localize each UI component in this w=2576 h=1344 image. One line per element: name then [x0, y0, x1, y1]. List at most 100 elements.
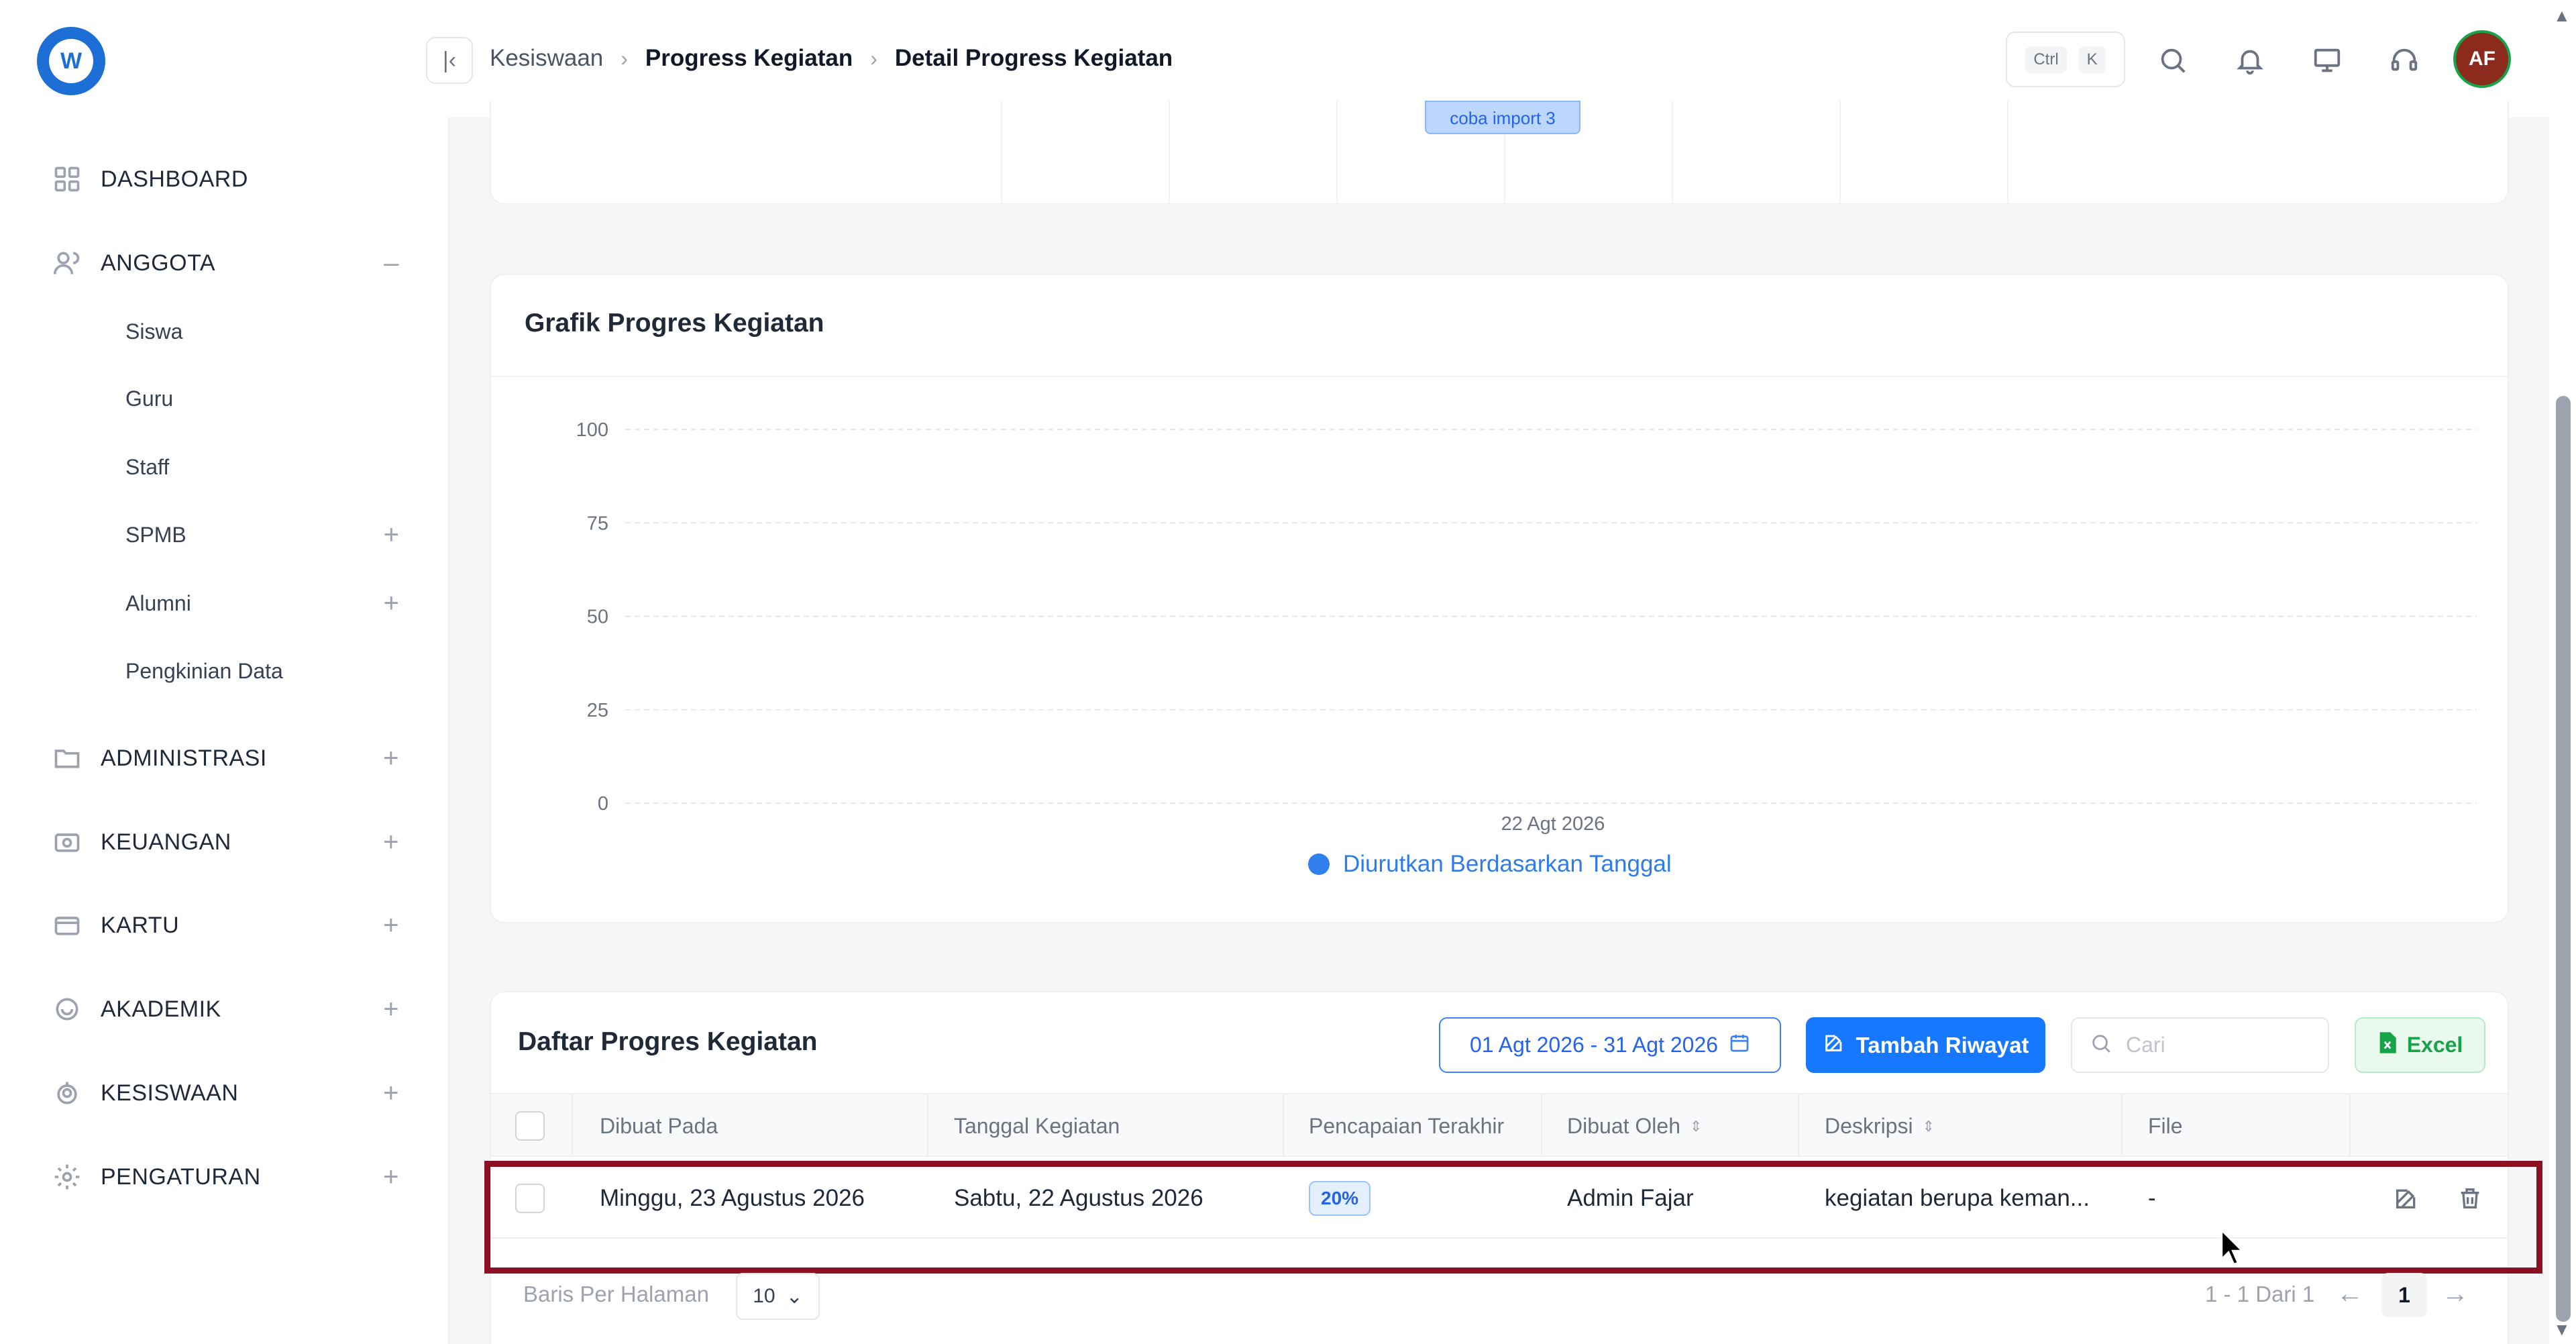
trash-icon[interactable]: [2457, 1158, 2483, 1239]
rows-per-page-select[interactable]: 10 ⌄: [736, 1273, 820, 1320]
headset-icon[interactable]: [2385, 42, 2423, 79]
bell-icon[interactable]: [2231, 42, 2269, 79]
column-divider: [2349, 1093, 2351, 1157]
breadcrumb: Kesiswaan › Progress Kegiatan › Detail P…: [490, 42, 1173, 75]
cell-pencapaian: 20%: [1309, 1158, 1371, 1239]
sidebar-subitem-label: Pengkinian Data: [125, 658, 283, 683]
breadcrumb-kesiswaan[interactable]: Kesiswaan: [490, 45, 603, 72]
cell-deskripsi: kegiatan berupa keman...: [1825, 1185, 2090, 1211]
edit-icon[interactable]: [2393, 1158, 2420, 1239]
sidebar-subitem-label: Guru: [125, 386, 174, 411]
expand-toggle-icon[interactable]: +: [383, 1162, 399, 1192]
column-label: Pencapaian Terakhir: [1309, 1114, 1505, 1138]
sidebar-item-keuangan[interactable]: KEUANGAN +: [50, 822, 399, 862]
progress-badge: 20%: [1309, 1181, 1371, 1216]
logo[interactable]: W: [37, 27, 105, 95]
import-badge: coba import 3: [1425, 101, 1580, 134]
sidebar-subitem-label: Staff: [125, 454, 170, 479]
column-divider: [572, 1093, 573, 1157]
expand-toggle-icon[interactable]: +: [384, 588, 399, 619]
collapse-sidebar-button[interactable]: |‹: [426, 37, 473, 84]
expand-toggle-icon[interactable]: +: [383, 827, 399, 858]
sidebar-subitem-siswa[interactable]: Siswa: [125, 315, 399, 348]
sidebar-subitem-staff[interactable]: Staff: [125, 450, 399, 484]
page-number-1[interactable]: 1: [2381, 1273, 2427, 1317]
column-label: File: [2148, 1114, 2183, 1138]
date-range-picker[interactable]: 01 Agt 2026 - 31 Agt 2026: [1439, 1017, 1781, 1073]
sidebar-item-pengaturan[interactable]: PENGATURAN +: [50, 1157, 399, 1197]
sidebar-subitem-alumni[interactable]: Alumni +: [125, 586, 399, 620]
expand-toggle-icon[interactable]: +: [383, 743, 399, 774]
chevron-right-icon: ›: [621, 46, 628, 70]
sidebar-item-akademik[interactable]: AKADEMIK +: [50, 989, 399, 1029]
sidebar-item-kartu[interactable]: KARTU +: [50, 905, 399, 945]
divider: [491, 376, 2508, 377]
key-k: K: [2078, 46, 2106, 73]
sidebar-item-label: KARTU: [101, 912, 180, 938]
command-palette-shortcut[interactable]: Ctrl K: [2006, 32, 2125, 87]
info-card: coba import 3: [490, 101, 2509, 205]
file-excel-icon: [2377, 1031, 2398, 1059]
row-checkbox[interactable]: [515, 1184, 545, 1213]
expand-toggle-icon[interactable]: +: [383, 994, 399, 1025]
card-icon: [50, 909, 84, 942]
add-history-button[interactable]: Tambah Riwayat: [1806, 1017, 2045, 1073]
decor-line: [1672, 101, 1673, 203]
sidebar-subitem-spmb[interactable]: SPMB +: [125, 518, 399, 552]
sidebar-subitem-label: Alumni: [125, 590, 191, 615]
sidebar: DASHBOARD ANGGOTA – Siswa Guru Staff SPM…: [0, 117, 449, 1344]
sidebar-subitem-guru[interactable]: Guru: [125, 382, 399, 415]
users-icon: [50, 246, 84, 280]
cell-dibuat-oleh: Admin Fajar: [1567, 1185, 1694, 1211]
column-header-dibuat-pada: Dibuat Pada: [600, 1094, 718, 1158]
avatar[interactable]: AF: [2453, 30, 2511, 88]
sort-icon[interactable]: ⇕: [1690, 1118, 1702, 1135]
table-title: Daftar Progres Kegiatan: [518, 1027, 818, 1056]
sidebar-item-dashboard[interactable]: DASHBOARD: [50, 159, 399, 199]
chart-legend[interactable]: Diurutkan Berdasarkan Tanggal: [1308, 851, 1672, 878]
scrollbar-thumb[interactable]: [2556, 396, 2571, 1322]
expand-toggle-icon[interactable]: +: [383, 1078, 399, 1108]
column-label: Dibuat Oleh: [1567, 1114, 1680, 1138]
expand-toggle-icon[interactable]: +: [384, 520, 399, 550]
search-box[interactable]: [2071, 1017, 2329, 1073]
cell-file: -: [2148, 1185, 2156, 1211]
prev-page-button[interactable]: ←: [2337, 1279, 2363, 1309]
pagination-count: 1 - 1 Dari 1: [2205, 1282, 2315, 1306]
breadcrumb-detail: Detail Progress Kegiatan: [894, 45, 1173, 71]
mouse-cursor-icon: [2220, 1229, 2244, 1265]
y-tick-label: 0: [598, 793, 608, 815]
sidebar-subitem-label: SPMB: [125, 522, 186, 547]
column-label: Deskripsi: [1825, 1114, 1913, 1138]
table-header: Dibuat Pada Tanggal Kegiatan Pencapaian …: [491, 1093, 2508, 1157]
column-header-deskripsi[interactable]: Deskripsi ⇕: [1825, 1094, 1935, 1158]
table-row[interactable]: Minggu, 23 Agustus 2026 Sabtu, 22 Agustu…: [491, 1158, 2508, 1239]
sidebar-item-anggota[interactable]: ANGGOTA –: [50, 243, 399, 283]
decor-line: [1001, 101, 1002, 203]
folder-icon: [50, 741, 84, 775]
next-page-button[interactable]: →: [2442, 1279, 2469, 1309]
sort-icon[interactable]: ⇕: [1923, 1118, 1935, 1135]
search-icon[interactable]: [2154, 42, 2192, 79]
rows-per-page-value: 10: [753, 1285, 775, 1307]
breadcrumb-progress-kegiatan[interactable]: Progress Kegiatan: [645, 45, 853, 72]
select-all-checkbox[interactable]: [515, 1111, 545, 1141]
sidebar-item-label: ANGGOTA: [101, 250, 215, 276]
decor-line: [1336, 101, 1338, 203]
sidebar-item-kesiswaan[interactable]: KESISWAAN +: [50, 1073, 399, 1113]
column-divider: [1541, 1093, 1542, 1157]
cell-tanggal-kegiatan: Sabtu, 22 Agustus 2026: [954, 1185, 1203, 1211]
search-input[interactable]: [2125, 1032, 2306, 1058]
sidebar-subitem-pengkinian-data[interactable]: Pengkinian Data: [125, 654, 399, 688]
monitor-icon[interactable]: [2308, 42, 2346, 79]
expand-toggle-icon[interactable]: +: [383, 911, 399, 941]
collapse-toggle-icon[interactable]: –: [384, 248, 399, 278]
logo-emblem-icon: W: [49, 39, 93, 83]
column-header-dibuat-oleh[interactable]: Dibuat Oleh ⇕: [1567, 1094, 1702, 1158]
scroll-down-arrow-icon[interactable]: ▼: [2553, 1319, 2571, 1340]
scroll-up-arrow-icon[interactable]: ▲: [2553, 5, 2571, 26]
excel-export-button[interactable]: Excel: [2355, 1017, 2485, 1073]
grid-icon: [50, 162, 84, 196]
sidebar-item-administrasi[interactable]: ADMINISTRASI +: [50, 738, 399, 778]
chevron-down-icon: ⌄: [786, 1285, 803, 1308]
